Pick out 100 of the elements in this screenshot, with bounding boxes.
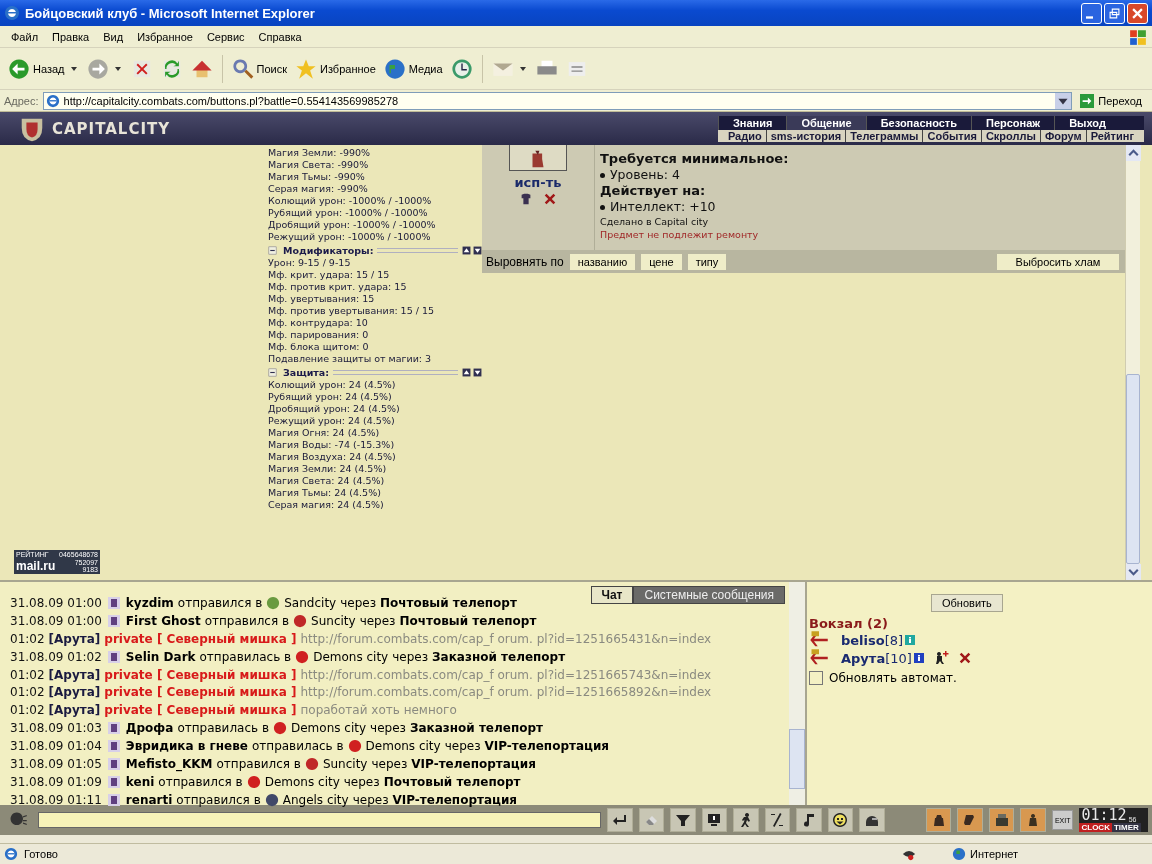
private-recipient[interactable]: private [ Северный мишка ] (104, 685, 297, 700)
star-button[interactable]: Избранное (293, 55, 378, 82)
toolbar-button[interactable] (925, 808, 952, 832)
menu-item[interactable]: Избранное (130, 30, 200, 43)
address-field[interactable]: http://capitalcity.combats.com/buttons.pl?battle=0.554143569985278 (42, 91, 1073, 110)
toolbar-button[interactable] (764, 808, 791, 832)
toolbar-button[interactable] (1020, 808, 1046, 832)
timer-tab[interactable]: TIMER (1111, 823, 1141, 832)
sender-name[interactable]: [Арута] (48, 703, 101, 718)
scroll-thumb[interactable] (789, 729, 805, 789)
arrow-down-icon[interactable] (473, 245, 482, 255)
nav-link[interactable]: Форум (1039, 129, 1086, 142)
restore-button[interactable] (1104, 2, 1125, 24)
player-name[interactable]: Эвридика в гневе (125, 739, 248, 754)
nav-link[interactable]: События (922, 129, 981, 142)
monitor-icon (706, 812, 723, 828)
toolbar-button[interactable] (988, 808, 1015, 832)
player-name[interactable]: keni (125, 774, 155, 789)
dropdown-arrow-icon[interactable] (70, 66, 77, 71)
stat-line: Урон: 9-15 / 9-15 (268, 257, 352, 269)
item-slot[interactable] (509, 145, 567, 171)
menu-item[interactable]: Правка (45, 30, 97, 43)
scroll-thumb[interactable] (1126, 374, 1140, 564)
back-button[interactable]: Назад (6, 55, 67, 82)
use-link[interactable]: исп-ть (514, 175, 562, 190)
chat-tab[interactable]: Чат (590, 586, 634, 604)
sort-button[interactable]: цене (641, 253, 682, 270)
arrow-up-icon[interactable] (462, 367, 471, 377)
chat-tab[interactable]: Системные сообщения (633, 586, 785, 604)
message-text: через (359, 613, 396, 628)
collapse-icon[interactable] (268, 245, 277, 255)
sender-name[interactable]: [Арута] (48, 685, 101, 700)
info-icon[interactable] (913, 653, 924, 663)
nav-tab[interactable]: Персонаж (971, 115, 1055, 130)
player-name[interactable]: Selin Dark (125, 649, 196, 664)
toolbar-button[interactable] (701, 808, 728, 832)
teleport-icon (105, 612, 122, 629)
nav-tab[interactable]: Общение (786, 115, 866, 130)
nav-tab[interactable]: Выход (1054, 115, 1120, 130)
toolbar-button[interactable] (957, 808, 983, 832)
menu-item[interactable]: Вид (96, 30, 131, 43)
sender-name[interactable]: [Арута] (48, 631, 101, 646)
chat-input[interactable] (38, 812, 602, 828)
globe-button[interactable]: Медиа (381, 55, 445, 82)
nav-link[interactable]: Телеграммы (845, 129, 923, 142)
dropdown-arrow-icon[interactable] (114, 66, 121, 71)
toolbar-button[interactable] (827, 808, 854, 832)
scrollbar[interactable] (789, 582, 805, 805)
player-name[interactable]: Арута (841, 650, 886, 666)
player-name[interactable]: Mefisto_KKM (125, 756, 213, 771)
player-name[interactable]: beliso (841, 632, 885, 648)
nav-link[interactable]: Скроллы (980, 129, 1040, 142)
player-name[interactable]: kyzdim (125, 595, 174, 610)
brand-text: mail.ru (16, 559, 56, 573)
toolbar-button[interactable] (859, 808, 885, 832)
scroll-down-icon[interactable] (1126, 564, 1141, 580)
dropdown-arrow-icon[interactable] (519, 66, 526, 71)
collapse-icon[interactable] (268, 367, 277, 377)
private-recipient[interactable]: private [ Северный мишка ] (104, 667, 297, 682)
close-icon[interactable] (957, 651, 972, 665)
sort-button[interactable]: названию (569, 253, 636, 270)
toolbar-button[interactable] (670, 808, 696, 832)
sender-name[interactable]: [Арута] (48, 667, 101, 682)
dropdown-button[interactable] (1055, 92, 1072, 109)
stat-line: Режущий урон: 24 (4.5%) (268, 415, 396, 427)
player-name[interactable]: Дрофа (125, 721, 174, 736)
stat-line: Подавление защиты от магии: 3 (268, 353, 433, 365)
toolbar-button[interactable] (796, 808, 822, 832)
toolbar-button[interactable] (607, 808, 633, 832)
scroll-up-icon[interactable] (1126, 145, 1141, 161)
arrow-down-icon[interactable] (473, 367, 482, 377)
checkbox[interactable] (809, 671, 823, 685)
delete-icon[interactable] (543, 192, 557, 206)
private-recipient[interactable]: private [ Северный мишка ] (104, 631, 297, 646)
refresh-button[interactable]: Обновить (931, 594, 1003, 612)
nav-link[interactable]: sms-история (765, 129, 846, 142)
nav-tab[interactable]: Безопасность (865, 115, 971, 130)
go-button[interactable]: Переход (1076, 93, 1148, 108)
player-name[interactable]: renarti (125, 792, 173, 807)
search-button[interactable]: Поиск (229, 55, 289, 82)
restore-icon (1109, 7, 1120, 19)
sort-button[interactable]: типу (687, 253, 727, 270)
discard-button[interactable]: Выбросить хлам (997, 253, 1119, 270)
player-name[interactable]: First Ghost (125, 613, 201, 628)
close-button[interactable] (1127, 2, 1148, 24)
menu-item[interactable]: Сервис (199, 30, 252, 43)
private-recipient[interactable]: private [ Северный мишка ] (104, 703, 297, 718)
arrow-up-icon[interactable] (462, 245, 471, 255)
nav-link[interactable]: Радио (723, 129, 766, 142)
add-person-icon[interactable] (933, 650, 950, 666)
menu-item[interactable]: Файл (4, 30, 46, 43)
toolbar-button[interactable] (733, 808, 759, 832)
shirt-icon[interactable] (519, 192, 533, 206)
scrollbar[interactable] (1125, 145, 1140, 580)
minimize-button[interactable] (1081, 2, 1102, 24)
search-icon (231, 57, 254, 80)
city-name: Demons city (291, 721, 367, 736)
nav-link[interactable]: Рейтинг (1085, 129, 1138, 142)
menu-item[interactable]: Справка (251, 30, 309, 43)
clock-tab[interactable]: CLOCK (1079, 823, 1112, 832)
